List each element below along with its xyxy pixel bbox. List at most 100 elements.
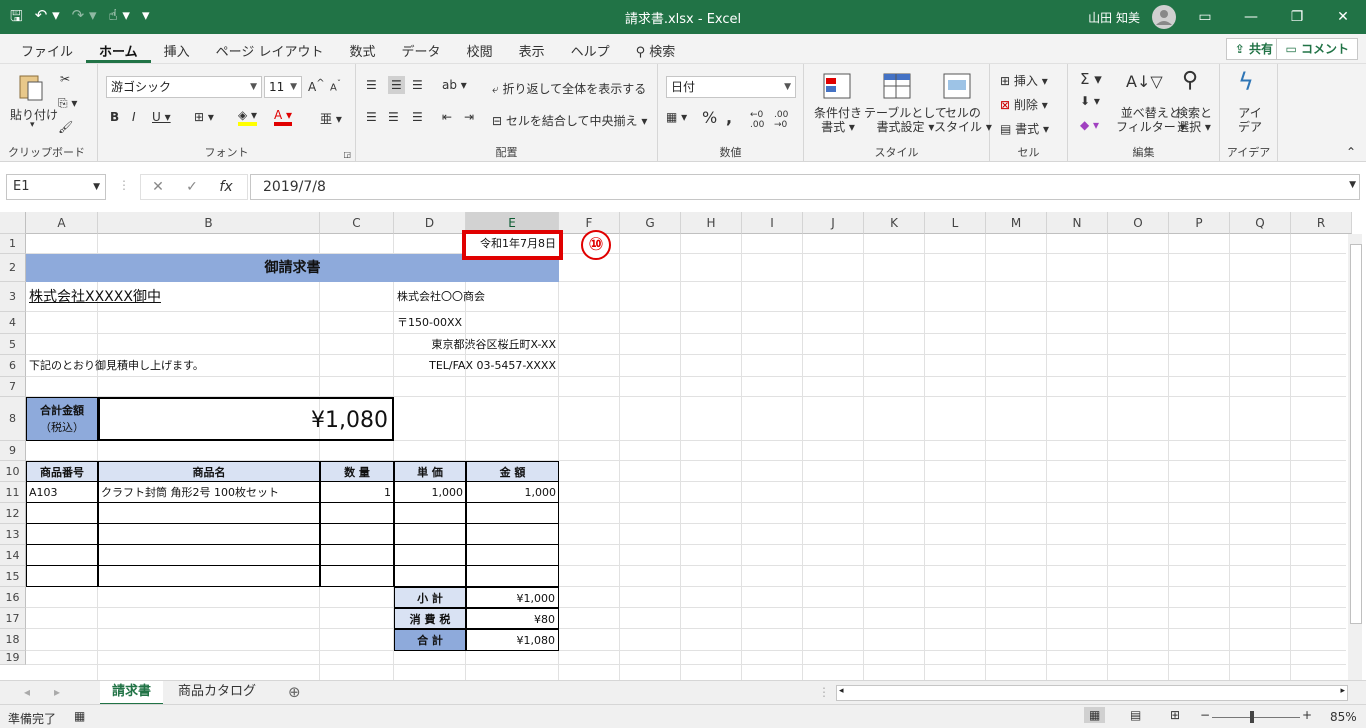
delete-cells-button[interactable]: ⊠ 削除 ▾ [1000,96,1048,113]
font-size-select[interactable]: 11 ▼ [264,76,302,98]
increase-decimal-icon[interactable]: ←0.00 [750,110,764,130]
tax-value[interactable]: ¥80 [466,608,559,629]
expand-formula-icon[interactable]: ▼ [1349,180,1356,190]
ideas-icon[interactable]: ϟ [1238,68,1254,96]
normal-view-icon[interactable]: ▦ [1084,707,1106,723]
row-header[interactable]: 2 [0,254,26,282]
number-format-select[interactable]: 日付 ▼ [666,76,796,98]
total-value[interactable]: ¥1,080 [98,397,394,441]
column-header[interactable]: C [320,212,394,234]
subtotal-label[interactable]: 小 計 [394,587,466,608]
formula-input[interactable]: 2019/7/8 [250,174,1360,200]
tab-file[interactable]: ファイル [8,41,86,63]
font-color-icon[interactable]: A ▾ [274,108,293,126]
scroll-left-icon[interactable]: ◂ [839,686,844,696]
tab-search[interactable]: ⚲ 検索 [623,41,689,63]
row-header[interactable]: 11 [0,482,26,503]
row-header[interactable]: 16 [0,587,26,608]
item-code[interactable]: A103 [26,482,98,503]
ribbon-display-icon[interactable]: ▭ [1182,0,1228,34]
column-header[interactable]: D [394,212,466,234]
scroll-right-icon[interactable]: ▸ [1340,686,1345,696]
address[interactable]: 東京都渋谷区桜丘町X-XX [394,334,559,355]
tab-insert[interactable]: 挿入 [151,41,203,63]
column-header[interactable]: P [1169,212,1230,234]
tax-label[interactable]: 消 費 税 [394,608,466,629]
conditional-format-icon[interactable] [822,72,852,102]
sum-value[interactable]: ¥1,080 [466,629,559,651]
item-amount[interactable]: 1,000 [466,482,559,503]
row-header[interactable]: 7 [0,377,26,397]
paste-icon[interactable] [16,72,46,102]
increase-indent-icon[interactable]: ⇥ [464,110,474,124]
format-cells-button[interactable]: ▤ 書式 ▾ [1000,120,1049,137]
font-name-select[interactable]: 游ゴシック ▼ [106,76,262,98]
row-header[interactable]: 14 [0,545,26,566]
decrease-decimal-icon[interactable]: .00 →0 [774,110,788,130]
row-header[interactable]: 9 [0,441,26,461]
page-break-view-icon[interactable]: ⊞ [1170,708,1180,722]
increase-font-icon[interactable]: A^ [308,78,325,94]
item-name[interactable]: クラフト封筒 角形2号 100枚セット [98,482,320,503]
align-right-icon[interactable]: ☰ [412,110,423,124]
tab-review[interactable]: 校閲 [454,41,506,63]
table-header[interactable]: 商品番号 [26,461,98,482]
clear-icon[interactable]: ◆ ▾ [1080,118,1099,132]
column-header[interactable]: K [864,212,925,234]
zip-code[interactable]: 〒150-00XX [394,312,559,334]
cell-styles-button[interactable]: セルの スタイル ▾ [934,106,992,134]
date-cell[interactable]: 令和1年7月8日 [466,234,559,256]
restore-icon[interactable]: ❐ [1274,0,1320,34]
paste-dropdown-icon[interactable]: ▾ [30,120,35,130]
zoom-slider-thumb[interactable] [1250,711,1254,723]
conditional-format-button[interactable]: 条件付き 書式 ▾ [814,106,862,134]
border-icon[interactable]: ⊞ ▾ [194,110,214,124]
cancel-icon[interactable]: ✕ [141,175,175,199]
sheet-tab-invoice[interactable]: 請求書 [100,681,164,705]
row-header[interactable]: 3 [0,282,26,312]
column-header[interactable]: M [986,212,1047,234]
format-painter-icon[interactable]: 🖌 [58,120,73,134]
row-header[interactable]: 5 [0,334,26,355]
row-header[interactable]: 15 [0,566,26,587]
row-header[interactable]: 13 [0,524,26,545]
tab-help[interactable]: ヘルプ [558,41,623,63]
item-qty[interactable]: 1 [320,482,394,503]
column-header[interactable]: J [803,212,864,234]
row-header[interactable]: 17 [0,608,26,629]
comment-button[interactable]: ▭ コメント [1276,38,1358,60]
column-header[interactable]: R [1291,212,1352,234]
cell-styles-icon[interactable] [942,72,972,102]
row-header[interactable]: 19 [0,651,26,665]
column-header[interactable]: H [681,212,742,234]
currency-icon[interactable]: ▦ ▾ [666,110,687,124]
column-header[interactable]: A [26,212,98,234]
italic-icon[interactable]: I [132,110,136,124]
share-button[interactable]: ⇪ 共有 [1225,38,1282,60]
ideas-button[interactable]: アイ デア [1238,106,1262,134]
row-header[interactable]: 10 [0,461,26,482]
align-center-icon[interactable]: ☰ [388,110,399,124]
column-header[interactable]: I [742,212,803,234]
sheet-tab-catalog[interactable]: 商品カタログ [166,681,268,705]
decrease-indent-icon[interactable]: ⇤ [442,110,452,124]
insert-function-icon[interactable]: fx [209,175,243,199]
column-header[interactable]: G [620,212,681,234]
sum-label[interactable]: 合 計 [394,629,466,651]
table-header[interactable]: 金 額 [466,461,559,482]
worksheet-grid[interactable]: A B C D E F G H I J K L M N O P Q R 1 2 3 4 5 6 7 8 9 10 11 12 13 14 15 1… [0,212,1366,680]
collapse-ribbon-icon[interactable]: ⌃ [1346,145,1356,159]
column-header[interactable]: L [925,212,986,234]
align-middle-icon[interactable]: ☰ [388,76,405,94]
cut-icon[interactable]: ✂ [60,72,70,86]
table-header[interactable]: 数 量 [320,461,394,482]
copy-icon[interactable]: ⎘ ▾ [58,96,77,111]
item-price[interactable]: 1,000 [394,482,466,503]
enter-icon[interactable]: ✓ [175,175,209,199]
horizontal-scrollbar[interactable]: ◂ ▸ [836,685,1348,701]
prev-sheet-icon[interactable]: ◂ [24,685,30,699]
wrap-text-button[interactable]: ⤶ 折り返して全体を表示する [492,80,646,97]
column-header[interactable]: B [98,212,320,234]
column-header[interactable]: O [1108,212,1169,234]
align-left-icon[interactable]: ☰ [366,110,377,124]
